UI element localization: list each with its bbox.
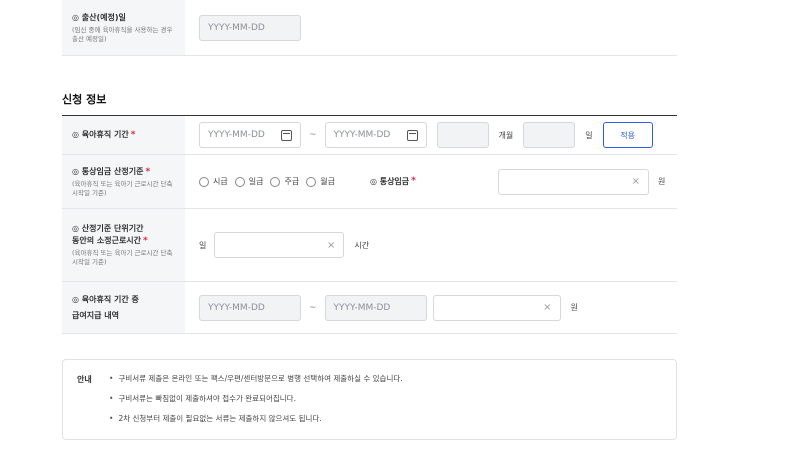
required-mark: *: [411, 176, 416, 186]
birth-date-table: ◎ 출산(예정)일 (임신 중에 육아휴직을 사용하는 경우 출산 예정일) Y…: [62, 0, 677, 56]
days-unit: 일: [585, 130, 593, 140]
months-input[interactable]: [436, 122, 489, 148]
leave-end-date-input[interactable]: YYYY-MM-DD: [324, 122, 427, 148]
pay-start-date-input[interactable]: YYYY-MM-DD: [199, 294, 301, 321]
pay-history-label-line2: 급여지급 내역: [72, 310, 119, 320]
wage-basis-row: ◎ 통상임금 산정기준 * (육아휴직 또는 육아기 근로시간 단축 시작일 기준…: [62, 155, 677, 209]
birth-date-cell: YYYY-MM-DD: [185, 0, 677, 55]
apply-button[interactable]: 적용: [602, 122, 653, 148]
radio-circle[interactable]: [199, 176, 209, 187]
work-hours-label-line1: ◎ 산정기준 단위기간: [72, 224, 144, 233]
wage-basis-sublabel: (육아휴직 또는 육아기 근로시간 단축 시작일 기준): [72, 179, 173, 197]
days-input[interactable]: [523, 122, 576, 148]
leave-period-header: ◎ 육아휴직 기간 *: [62, 116, 185, 154]
ordinary-wage-label-text: ◎ 통상임금: [369, 177, 410, 186]
calendar-icon[interactable]: [406, 129, 418, 141]
work-hours-header: ◎ 산정기준 단위기간 동안의 소정근로시간 * (육아휴직 또는 육아기 근로시…: [62, 209, 185, 281]
wage-basis-header: ◎ 통상임금 산정기준 * (육아휴직 또는 육아기 근로시간 단축 시작일 기준…: [62, 155, 185, 208]
birth-date-row: ◎ 출산(예정)일 (임신 중에 육아휴직을 사용하는 경우 출산 예정일) Y…: [62, 0, 677, 56]
radio-circle[interactable]: [270, 176, 281, 187]
work-hours-label-line2-text: 동안의 소정근로시간: [72, 236, 142, 245]
birth-date-label: ◎ 출산(예정)일: [72, 12, 126, 22]
notice-item: 구비서류 제출은 온라인 또는 팩스/우편/센터방문으로 병행 선택하여 제출하…: [109, 374, 402, 383]
work-hours-sublabel: (육아휴직 또는 육아기 근로시간 단축 시작일 기준): [72, 249, 173, 266]
ordinary-wage-unit: 원: [658, 177, 666, 186]
months-unit: 개월: [498, 130, 514, 140]
date-separator: ~: [309, 130, 317, 140]
radio-circle[interactable]: [306, 176, 317, 187]
notice-item: 2차 신청부터 제출이 필요없는 서류는 제출하지 않으셔도 됩니다.: [109, 414, 403, 423]
notice-box: 안내 구비서류 제출은 온라인 또는 팩스/우편/센터방문으로 병행 선택하여 …: [62, 359, 677, 440]
pay-history-header: ◎ 육아휴직 기간 중 급여지급 내역: [62, 282, 185, 333]
radio-monthly[interactable]: 월급: [306, 176, 335, 187]
wage-basis-label-text: ◎ 통상임금 산정기준: [72, 166, 144, 176]
clear-icon[interactable]: ×: [543, 302, 551, 313]
leave-end-placeholder: YYYY-MM-DD: [333, 130, 391, 140]
leave-period-label: ◎ 육아휴직 기간 *: [72, 129, 175, 141]
ordinary-wage-label: ◎ 통상임금 *: [370, 176, 416, 187]
work-hours-input[interactable]: ×: [214, 232, 345, 258]
application-info-table: ◎ 육아휴직 기간 * YYYY-MM-DD ~ YYYY-MM-DD 개월 일 …: [62, 115, 677, 334]
birth-date-sublabel: (임신 중에 육아휴직을 사용하는 경우 출산 예정일): [72, 25, 173, 43]
radio-hourly[interactable]: 시급: [199, 176, 228, 187]
pay-amount-unit: 원: [570, 303, 578, 312]
radio-daily-label: 일급: [248, 177, 264, 186]
pay-amount-input[interactable]: ×: [432, 294, 561, 321]
radio-monthly-label: 월급: [320, 177, 335, 186]
pay-history-label-line1: ◎ 육아휴직 기간 중: [72, 294, 139, 304]
pay-end-date-input[interactable]: YYYY-MM-DD: [324, 294, 427, 321]
calendar-icon[interactable]: [281, 129, 292, 141]
notice-title: 안내: [77, 375, 92, 384]
work-hours-row: ◎ 산정기준 단위기간 동안의 소정근로시간 * (육아휴직 또는 육아기 근로시…: [62, 209, 677, 282]
work-hours-cell: 일 × 시간: [185, 209, 677, 281]
leave-period-row: ◎ 육아휴직 기간 * YYYY-MM-DD ~ YYYY-MM-DD 개월 일 …: [62, 116, 677, 155]
pay-history-cell: YYYY-MM-DD ~ YYYY-MM-DD × 원: [185, 282, 677, 333]
birth-date-input[interactable]: YYYY-MM-DD: [199, 14, 301, 41]
leave-start-placeholder: YYYY-MM-DD: [208, 130, 265, 140]
radio-daily[interactable]: 일급: [234, 176, 264, 187]
clear-icon[interactable]: ×: [632, 176, 640, 187]
required-mark: *: [145, 166, 151, 177]
leave-start-date-input[interactable]: YYYY-MM-DD: [199, 122, 301, 148]
ordinary-wage-input[interactable]: ×: [498, 168, 649, 195]
radio-circle[interactable]: [234, 176, 245, 187]
required-mark: *: [130, 130, 136, 140]
notice-list: 구비서류 제출은 온라인 또는 팩스/우편/센터방문으로 병행 선택하여 제출하…: [109, 374, 403, 434]
wage-basis-cell: 시급 일급 주급 월급 ◎ 통상임금 * × 원: [185, 155, 677, 208]
radio-weekly[interactable]: 주급: [270, 176, 299, 187]
wage-basis-label: ◎ 통상임금 산정기준 *: [72, 166, 175, 178]
clear-icon[interactable]: ×: [327, 240, 335, 251]
section-title: 신청 정보: [62, 93, 107, 106]
radio-weekly-label: 주급: [284, 177, 300, 186]
radio-hourly-label: 시급: [213, 177, 228, 186]
work-hours-label-line2: 동안의 소정근로시간 *: [72, 235, 175, 247]
work-hours-unit: 시간: [354, 240, 370, 250]
date-separator: ~: [309, 302, 317, 313]
notice-item: 구비서류는 빠짐없이 제출하셔야 접수가 완료되어집니다.: [109, 394, 403, 403]
leave-period-label-text: ◎ 육아휴직 기간: [72, 130, 129, 139]
leave-period-cell: YYYY-MM-DD ~ YYYY-MM-DD 개월 일 적용: [185, 116, 677, 154]
birth-date-header: ◎ 출산(예정)일 (임신 중에 육아휴직을 사용하는 경우 출산 예정일): [62, 0, 185, 55]
required-mark: *: [143, 236, 148, 246]
pay-history-row: ◎ 육아휴직 기간 중 급여지급 내역 YYYY-MM-DD ~ YYYY-MM…: [62, 282, 677, 334]
work-hours-prefix: 일: [199, 240, 207, 250]
